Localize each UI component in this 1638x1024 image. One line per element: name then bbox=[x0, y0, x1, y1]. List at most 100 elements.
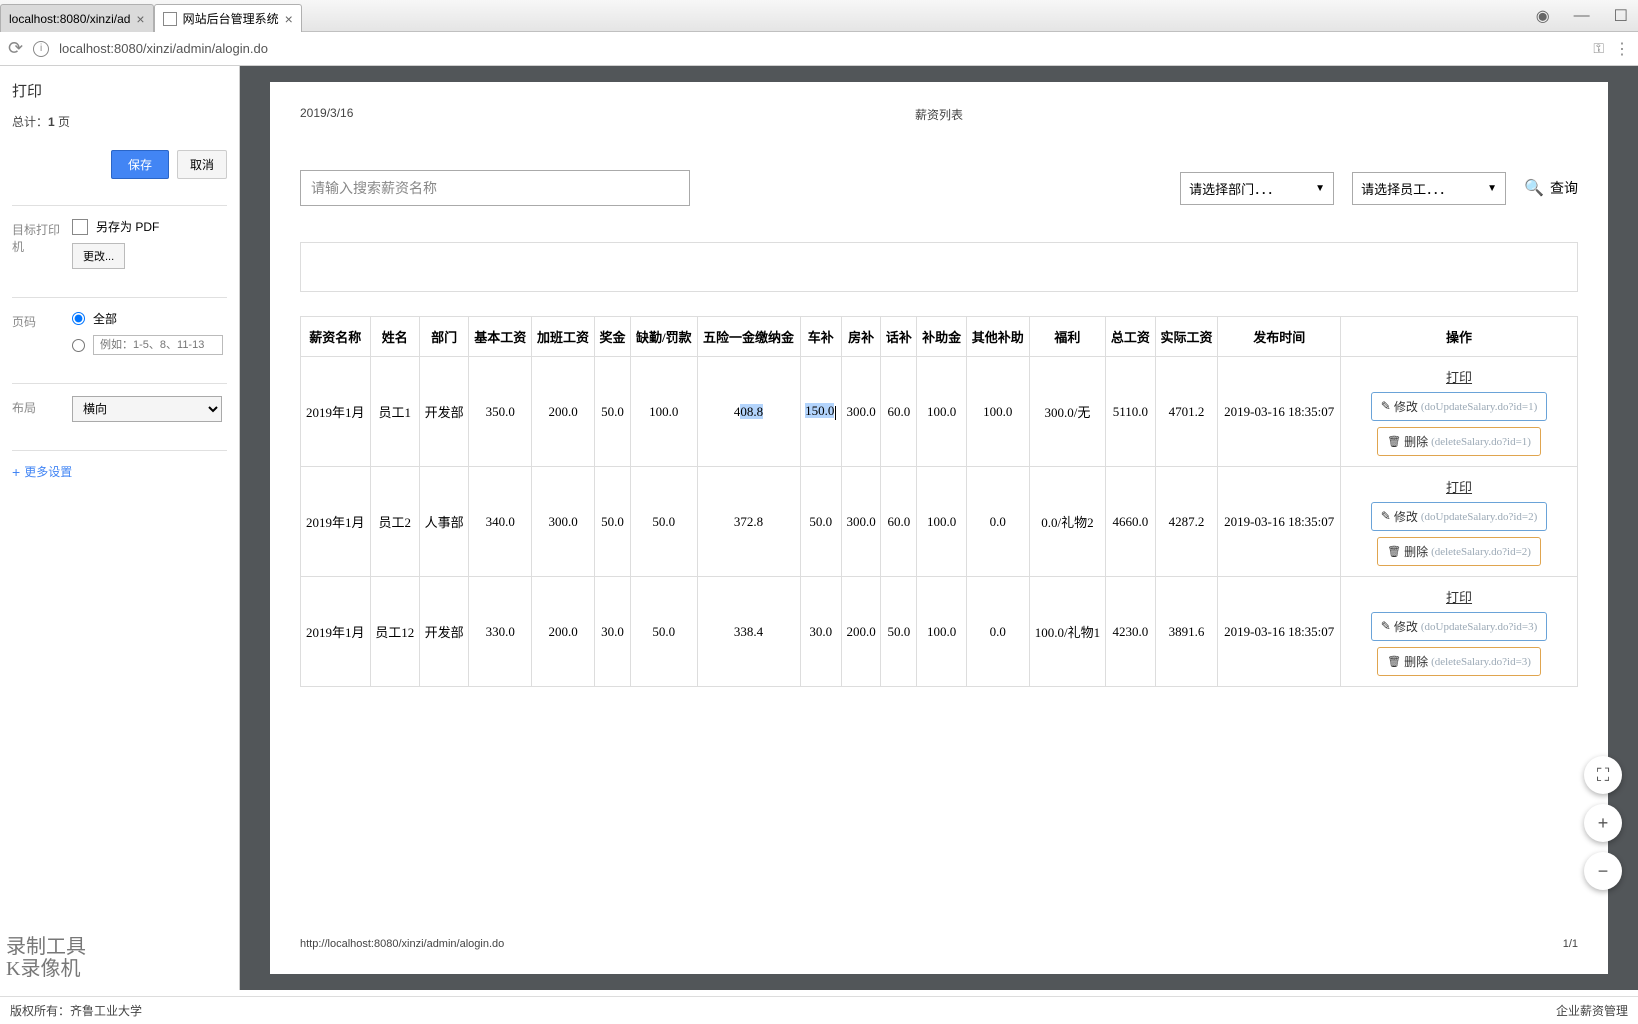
table-cell: 100.0 bbox=[917, 467, 966, 577]
table-header: 实际工资 bbox=[1155, 317, 1218, 357]
system-name: 企业薪资管理 bbox=[1556, 1002, 1628, 1019]
zoom-out-icon[interactable]: − bbox=[1584, 852, 1622, 890]
print-link[interactable]: 打印 bbox=[1446, 587, 1472, 606]
info-icon[interactable]: i bbox=[33, 41, 49, 57]
table-cell: 50.0 bbox=[594, 467, 630, 577]
edit-button[interactable]: 修改 (doUpdateSalary.do?id=3) bbox=[1371, 612, 1547, 641]
search-input[interactable]: 请输入搜索薪资名称 bbox=[300, 170, 690, 206]
print-buttons: 保存 取消 bbox=[12, 150, 227, 179]
table-cell: 4230.0 bbox=[1106, 577, 1155, 687]
table-cell: 60.0 bbox=[881, 467, 917, 577]
cancel-button[interactable]: 取消 bbox=[177, 150, 227, 179]
zoom-in-icon[interactable]: + bbox=[1584, 804, 1622, 842]
salary-table: 薪资名称姓名部门基本工资加班工资奖金缺勤/罚款五险一金缴纳金车补房补话补补助金其… bbox=[300, 316, 1578, 687]
save-button[interactable]: 保存 bbox=[111, 150, 169, 179]
query-button[interactable]: 🔍 查询 bbox=[1524, 178, 1578, 198]
table-header: 话补 bbox=[881, 317, 917, 357]
edit-button[interactable]: 修改 (doUpdateSalary.do?id=2) bbox=[1371, 502, 1547, 531]
pages-range-field[interactable] bbox=[93, 335, 223, 355]
print-title: 打印 bbox=[12, 80, 227, 101]
print-sidebar: 打印 总计：1 页 保存 取消 目标打印机 另存为 PDF 更改... 页码 bbox=[0, 66, 240, 990]
page-title: 薪资列表 bbox=[915, 106, 963, 123]
more-settings-link[interactable]: 更多设置 bbox=[12, 463, 227, 480]
table-cell: 50.0 bbox=[631, 577, 698, 687]
header-date: 2019/3/16 bbox=[300, 106, 353, 120]
delete-button[interactable]: 删除 (deleteSalary.do?id=3) bbox=[1377, 647, 1541, 676]
table-header: 房补 bbox=[841, 317, 880, 357]
menu-icon[interactable]: ⋮ bbox=[1614, 39, 1630, 59]
table-cell: 人事部 bbox=[419, 467, 468, 577]
delete-button[interactable]: 删除 (deleteSalary.do?id=1) bbox=[1377, 427, 1541, 456]
address-bar: ⟳ i localhost:8080/xinzi/admin/alogin.do… bbox=[0, 32, 1638, 66]
browser-tab-2[interactable]: 网站后台管理系统 × bbox=[154, 4, 302, 32]
reload-icon[interactable]: ⟳ bbox=[8, 38, 23, 59]
destination-row: 目标打印机 另存为 PDF 更改... bbox=[12, 218, 227, 269]
table-header: 姓名 bbox=[370, 317, 419, 357]
table-header: 部门 bbox=[419, 317, 468, 357]
layout-row: 布局 横向 bbox=[12, 396, 227, 422]
change-destination-button[interactable]: 更改... bbox=[72, 243, 125, 269]
table-header: 补助金 bbox=[917, 317, 966, 357]
trash-icon bbox=[1387, 544, 1401, 559]
user-icon[interactable]: ◉ bbox=[1536, 6, 1550, 26]
table-cell: 0.0 bbox=[966, 577, 1029, 687]
key-icon[interactable]: ⚿ bbox=[1593, 40, 1604, 57]
zoom-controls: ⛶ + − bbox=[1584, 756, 1622, 890]
layout-select[interactable]: 横向 bbox=[72, 396, 222, 422]
browser-tab-1[interactable]: localhost:8080/xinzi/ad × bbox=[0, 4, 154, 32]
table-header: 加班工资 bbox=[532, 317, 595, 357]
footer-url: http://localhost:8080/xinzi/admin/alogin… bbox=[300, 938, 504, 950]
table-header: 发布时间 bbox=[1218, 317, 1341, 357]
table-cell: 开发部 bbox=[419, 357, 468, 467]
department-select[interactable]: 请选择部门．．． ▼ bbox=[1180, 172, 1334, 205]
table-header: 五险一金缴纳金 bbox=[697, 317, 800, 357]
table-cell: 150.0 bbox=[800, 357, 841, 467]
chevron-down-icon: ▼ bbox=[1315, 183, 1325, 194]
table-cell: 员工1 bbox=[370, 357, 419, 467]
delete-button[interactable]: 删除 (deleteSalary.do?id=2) bbox=[1377, 537, 1541, 566]
close-icon[interactable]: × bbox=[136, 11, 144, 27]
table-cell: 100.0 bbox=[631, 357, 698, 467]
table-cell: 50.0 bbox=[800, 467, 841, 577]
pdf-icon bbox=[72, 219, 88, 235]
table-cell: 300.0 bbox=[841, 357, 880, 467]
table-cell: 4287.2 bbox=[1155, 467, 1218, 577]
table-cell: 60.0 bbox=[881, 357, 917, 467]
table-cell: 4660.0 bbox=[1106, 467, 1155, 577]
pages-range-radio[interactable] bbox=[72, 335, 227, 355]
table-cell: 300.0 bbox=[841, 467, 880, 577]
edit-icon bbox=[1381, 399, 1391, 414]
table-header: 操作 bbox=[1341, 317, 1578, 357]
edit-button[interactable]: 修改 (doUpdateSalary.do?id=1) bbox=[1371, 392, 1547, 421]
pages-all-input[interactable] bbox=[72, 312, 85, 325]
table-cell: 4701.2 bbox=[1155, 357, 1218, 467]
table-cell: 350.0 bbox=[469, 357, 532, 467]
table-header: 其他补助 bbox=[966, 317, 1029, 357]
fullscreen-icon[interactable]: ⛶ bbox=[1584, 756, 1622, 794]
main-layout: 打印 总计：1 页 保存 取消 目标打印机 另存为 PDF 更改... 页码 bbox=[0, 66, 1638, 990]
table-header: 总工资 bbox=[1106, 317, 1155, 357]
document-icon bbox=[163, 12, 177, 26]
pages-range-input[interactable] bbox=[72, 339, 85, 352]
pages-all-radio[interactable]: 全部 bbox=[72, 310, 227, 327]
close-icon[interactable]: × bbox=[285, 11, 293, 27]
table-cell: 0.0 bbox=[966, 467, 1029, 577]
table-cell: 300.0/无 bbox=[1029, 357, 1106, 467]
employee-select[interactable]: 请选择员工．．． ▼ bbox=[1352, 172, 1506, 205]
print-link[interactable]: 打印 bbox=[1446, 477, 1472, 496]
action-cell: 打印修改 (doUpdateSalary.do?id=2) 删除 (deleteS… bbox=[1341, 467, 1578, 577]
url-field[interactable]: localhost:8080/xinzi/admin/alogin.do bbox=[59, 41, 1583, 56]
print-link[interactable]: 打印 bbox=[1446, 367, 1472, 386]
trash-icon bbox=[1387, 654, 1401, 669]
table-cell: 员工12 bbox=[370, 577, 419, 687]
tab-label: 网站后台管理系统 bbox=[183, 10, 279, 27]
table-cell: 2019-03-16 18:35:07 bbox=[1218, 577, 1341, 687]
maximize-icon[interactable]: ☐ bbox=[1614, 6, 1628, 26]
table-cell: 2019年1月 bbox=[301, 467, 371, 577]
table-cell: 372.8 bbox=[697, 467, 800, 577]
chevron-down-icon: ▼ bbox=[1487, 183, 1497, 194]
tab-bar: localhost:8080/xinzi/ad × 网站后台管理系统 × ◉ —… bbox=[0, 0, 1638, 32]
table-cell: 员工2 bbox=[370, 467, 419, 577]
minimize-icon[interactable]: — bbox=[1574, 7, 1590, 25]
table-cell: 50.0 bbox=[631, 467, 698, 577]
